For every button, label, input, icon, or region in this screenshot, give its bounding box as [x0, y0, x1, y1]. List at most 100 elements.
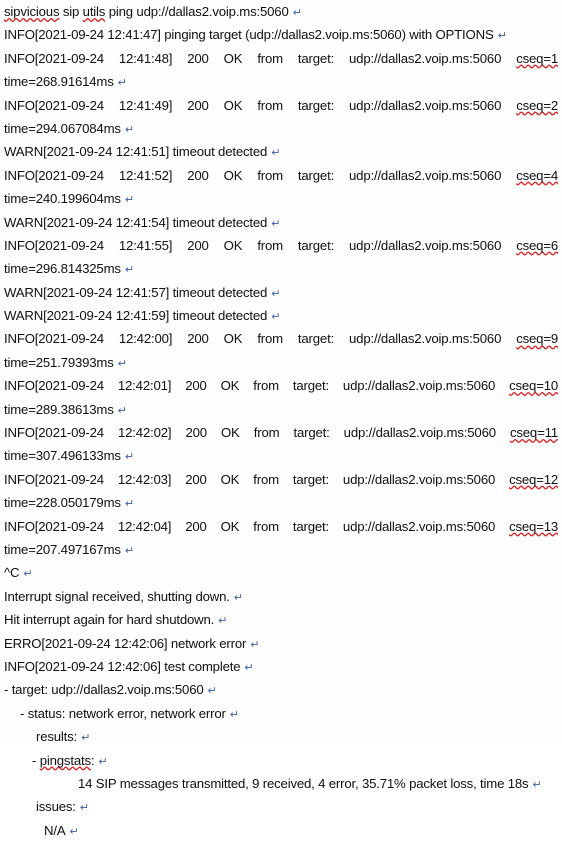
log-line-time-2: time=294.067084ms ↵	[0, 117, 562, 140]
misspelled-word-sipvicious: sipvicious	[4, 4, 60, 19]
log-line-warn-timeout-2: WARN[2021-09-24 12:41:54] timeout detect…	[0, 211, 562, 234]
paragraph-mark-icon: ↵	[124, 543, 134, 557]
status-text: OK	[223, 167, 243, 183]
log-line-time-6: time=296.814325ms ↵	[0, 257, 562, 280]
log-date: [2021-09-24	[34, 471, 104, 487]
paragraph-mark-icon: ↵	[124, 497, 134, 511]
log-level: INFO	[4, 378, 35, 394]
log-text: time=228.050179ms	[4, 495, 121, 511]
document-body: sipvicious sip utils ping udp://dallas2.…	[0, 0, 562, 838]
paragraph-mark-icon: ↵	[124, 193, 134, 207]
log-line-response-cseq-9: INFO [2021-09-24 12:42:00] 200 OK from ta…	[0, 327, 562, 350]
log-date: [2021-09-24	[34, 378, 104, 394]
from-label: from	[257, 50, 283, 66]
status-code: 200	[187, 97, 209, 113]
log-line-response-cseq-12: INFO [2021-09-24 12:42:03] 200 OK from ta…	[0, 468, 562, 491]
target-uri: udp://dallas2.voip.ms:5060	[349, 50, 502, 66]
log-time: 12:42:00]	[118, 331, 173, 347]
log-line-network-error: ERRO[2021-09-24 12:42:06] network error ↵	[0, 632, 562, 655]
log-line-interrupt-signal: ^C ↵	[0, 561, 562, 584]
paragraph-mark-icon: ↵	[117, 76, 127, 90]
log-text: WARN[2021-09-24 12:41:54] timeout detect…	[4, 214, 268, 230]
log-level: INFO	[4, 518, 35, 534]
target-uri: udp://dallas2.voip.ms:5060	[349, 331, 502, 347]
log-line-ping-start: INFO[2021-09-24 12:41:47] pinging target…	[0, 23, 562, 46]
log-text: time=296.814325ms	[4, 261, 121, 277]
log-level: INFO	[4, 331, 35, 347]
status-text: OK	[223, 97, 243, 113]
log-text: ^C	[4, 565, 20, 581]
status-text: OK	[220, 378, 240, 394]
status-text: OK	[223, 331, 243, 347]
summary-issues-value: N/A ↵	[0, 819, 562, 842]
log-time: 12:41:52]	[118, 167, 173, 183]
log-text: time=240.199604ms	[4, 191, 121, 207]
cseq-value: cseq=10	[509, 378, 559, 394]
log-time: 12:41:55]	[118, 237, 173, 253]
log-level: INFO	[4, 237, 35, 253]
status-code: 200	[185, 425, 207, 441]
log-date: [2021-09-24	[34, 237, 104, 253]
paragraph-mark-icon: ↵	[117, 356, 127, 370]
target-label: target:	[297, 97, 335, 113]
cseq-value: cseq=6	[516, 237, 558, 253]
status-code: 200	[185, 471, 207, 487]
log-date: [2021-09-24	[34, 50, 104, 66]
cseq-value: cseq=4	[516, 167, 558, 183]
log-line-time-4: time=240.199604ms ↵	[0, 187, 562, 210]
paragraph-mark-icon: ↵	[79, 801, 89, 815]
summary-text: - target: udp://dallas2.voip.ms:5060	[4, 682, 204, 698]
from-label: from	[253, 471, 279, 487]
log-line-time-13: time=207.497167ms ↵	[0, 538, 562, 561]
log-line-time-10: time=289.38613ms ↵	[0, 398, 562, 421]
from-label: from	[257, 167, 283, 183]
status-code: 200	[187, 331, 209, 347]
log-text: ERRO[2021-09-24 12:42:06] network error	[4, 635, 247, 651]
from-label: from	[257, 97, 283, 113]
target-label: target:	[292, 471, 329, 487]
summary-text: 14 SIP messages transmitted, 9 received,…	[78, 775, 529, 791]
summary-text: results:	[36, 729, 78, 745]
command-mid-text: sip	[59, 4, 83, 19]
target-uri: udp://dallas2.voip.ms:5060	[349, 167, 502, 183]
target-label: target:	[292, 518, 329, 534]
paragraph-mark-icon: ↵	[244, 660, 254, 674]
cseq-value: cseq=11	[509, 425, 558, 441]
paragraph-mark-icon: ↵	[124, 263, 134, 277]
log-text: WARN[2021-09-24 12:41:51] timeout detect…	[4, 144, 268, 160]
paragraph-mark-icon: ↵	[497, 29, 507, 43]
log-time: 12:42:01]	[117, 378, 172, 394]
summary-text: issues:	[36, 799, 76, 815]
paragraph-mark-icon: ↵	[81, 731, 91, 745]
summary-text: - status: network error, network error	[20, 705, 226, 721]
paragraph-mark-icon: ↵	[69, 824, 79, 838]
log-line-warn-timeout-3: WARN[2021-09-24 12:41:57] timeout detect…	[0, 281, 562, 304]
paragraph-mark-icon: ↵	[233, 590, 243, 604]
log-time: 12:41:48]	[118, 50, 173, 66]
log-text: INFO[2021-09-24 12:42:06] test complete	[4, 658, 241, 674]
cseq-value: cseq=2	[516, 97, 558, 113]
log-date: [2021-09-24	[34, 331, 104, 347]
log-line-response-cseq-11: INFO [2021-09-24 12:42:02] 200 OK from ta…	[0, 421, 562, 444]
log-date: [2021-09-24	[34, 167, 104, 183]
log-text: time=251.79393ms	[4, 354, 114, 370]
log-level: INFO	[4, 50, 35, 66]
status-code: 200	[187, 237, 209, 253]
from-label: from	[257, 237, 283, 253]
summary-target: - target: udp://dallas2.voip.ms:5060 ↵	[0, 678, 562, 701]
cseq-value: cseq=9	[516, 331, 558, 347]
log-time: 12:42:02]	[118, 425, 172, 441]
target-uri: udp://dallas2.voip.ms:5060	[343, 425, 496, 441]
log-line-warn-timeout-1: WARN[2021-09-24 12:41:51] timeout detect…	[0, 140, 562, 163]
paragraph-mark-icon: ↵	[23, 567, 33, 581]
log-level: INFO	[4, 425, 35, 441]
target-uri: udp://dallas2.voip.ms:5060	[342, 518, 496, 534]
target-label: target:	[297, 237, 335, 253]
command-tail-text: ping udp://dallas2.voip.ms:5060	[105, 4, 289, 19]
log-line-response-cseq-6: INFO [2021-09-24 12:41:55] 200 OK from ta…	[0, 234, 562, 257]
status-code: 200	[185, 518, 207, 534]
paragraph-mark-icon: ↵	[292, 6, 302, 19]
target-label: target:	[297, 167, 335, 183]
status-text: OK	[220, 471, 240, 487]
log-line-response-cseq-2: INFO [2021-09-24 12:41:49] 200 OK from ta…	[0, 94, 562, 117]
